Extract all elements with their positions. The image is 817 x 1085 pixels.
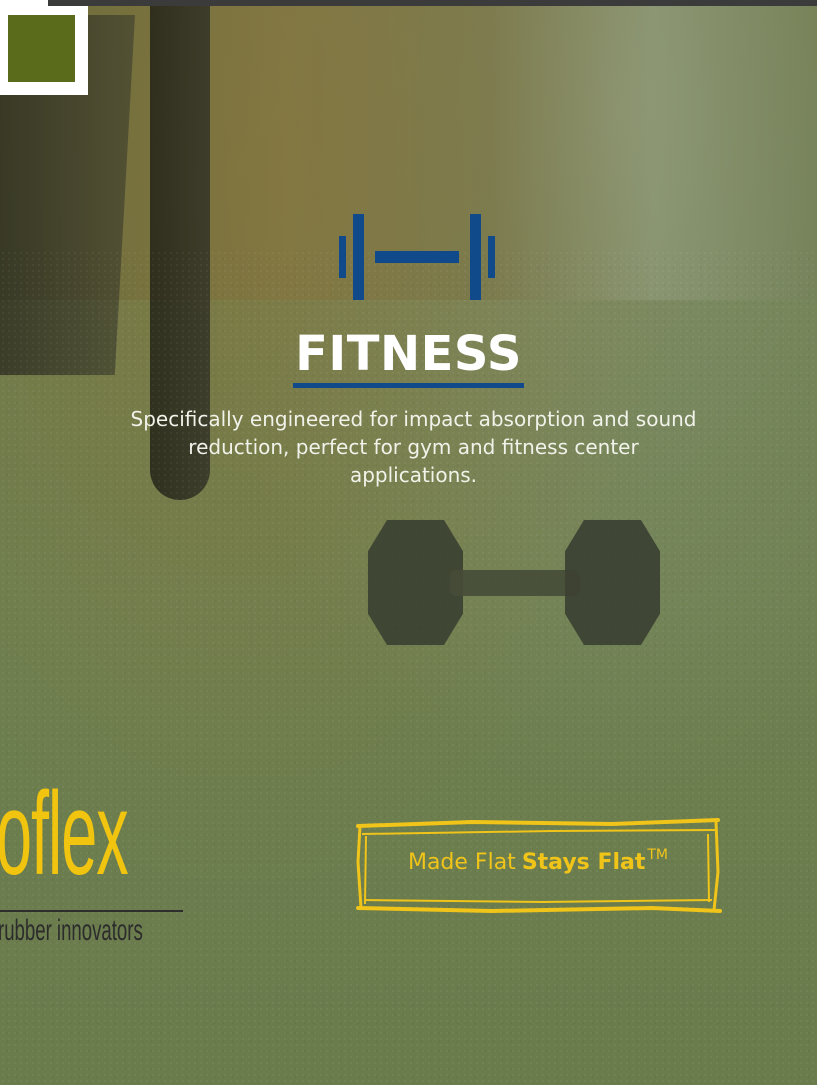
top-bar bbox=[0, 0, 817, 6]
trademark-mark: TM bbox=[647, 847, 669, 863]
slogan-bold: Stays Flat bbox=[521, 850, 646, 875]
logo-tagline: rubber innovators bbox=[0, 914, 143, 947]
dumbbell-icon bbox=[337, 214, 497, 300]
slogan-badge: Made Flat Stays Flat TM bbox=[352, 812, 724, 917]
slogan-text: Made Flat Stays Flat TM bbox=[352, 848, 724, 878]
section-title: FITNESS bbox=[0, 325, 817, 388]
section-description: Specifically engineered for impact absor… bbox=[130, 407, 697, 487]
corner-frame bbox=[0, 0, 88, 95]
fitness-heading: FITNESS bbox=[293, 325, 524, 388]
dumbbell-left-head bbox=[368, 520, 463, 645]
corner-tab bbox=[48, 0, 88, 6]
dumbbell-right-head bbox=[565, 520, 660, 645]
logo-word: oflex bbox=[0, 768, 129, 900]
dumbbell-bar bbox=[450, 570, 580, 596]
corner-square bbox=[8, 15, 75, 82]
logo-divider bbox=[0, 910, 183, 912]
brand-logo: oflex rubber innovators bbox=[0, 775, 200, 955]
slogan-light: Made Flat bbox=[407, 850, 516, 875]
